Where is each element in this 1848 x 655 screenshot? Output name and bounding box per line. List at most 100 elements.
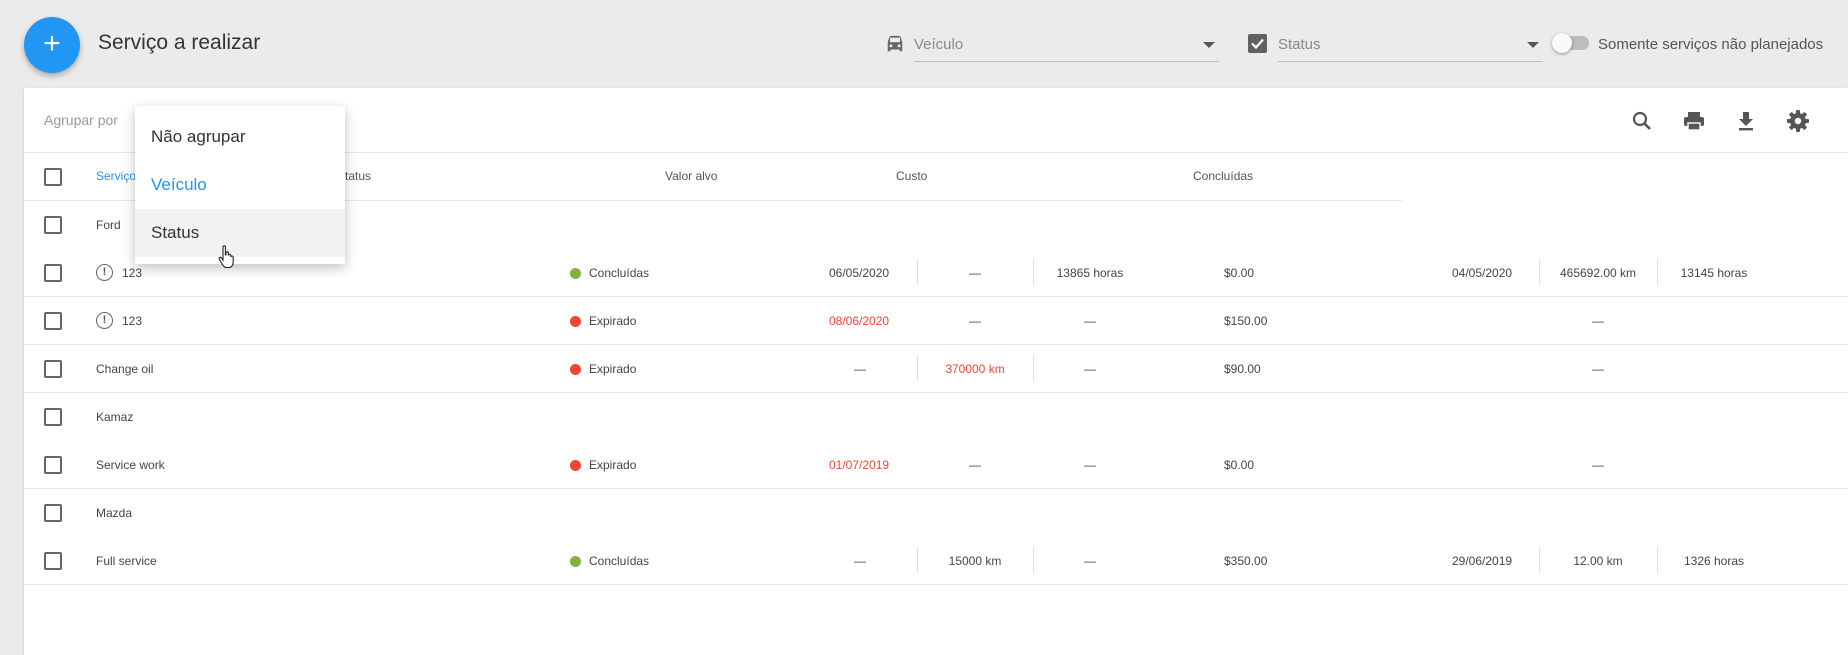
status-dot [570, 556, 581, 567]
completed-km: 12.00 km [1573, 554, 1623, 568]
column-cost[interactable]: Custo [896, 169, 927, 183]
cost-value: $150.00 [1224, 314, 1268, 328]
target-hours: — [1084, 458, 1096, 472]
download-icon[interactable] [1733, 108, 1759, 134]
service-name: 123 [122, 314, 143, 328]
cost-value: $90.00 [1224, 362, 1261, 376]
service-name: Change oil [96, 362, 154, 376]
menu-item-vehicle[interactable]: Veículo [135, 161, 345, 209]
completed-value: — [1592, 362, 1604, 376]
completed-value: — [1592, 314, 1604, 328]
checkbox-checked-icon [1248, 34, 1267, 53]
status-select[interactable]: Status [1278, 30, 1543, 62]
group-row-kamaz: Kamaz [24, 393, 1848, 441]
target-km: — [969, 314, 981, 328]
completed-hours: 13145 horas [1680, 266, 1748, 280]
status-dot [570, 460, 581, 471]
group-row-mazda: Mazda [24, 489, 1848, 537]
target-km: 15000 km [948, 554, 1002, 568]
service-name: 123 [122, 266, 143, 280]
completed-value: — [1592, 458, 1604, 472]
table-row[interactable]: Full service Concluídas — 15000 km — $35… [24, 537, 1848, 585]
target-hours: 13865 horas [1056, 266, 1124, 280]
unplanned-toggle-label: Somente serviços não planejados [1598, 36, 1824, 53]
group-name: Ford [96, 218, 121, 232]
select-all-checkbox[interactable] [44, 168, 62, 186]
vehicle-select[interactable]: Veículo [914, 30, 1219, 62]
gear-icon[interactable] [1785, 108, 1811, 134]
menu-item-status[interactable]: Status [135, 209, 345, 257]
table-row[interactable]: 123 Expirado 08/06/2020 — — $150.00 — [24, 297, 1848, 345]
page-title: Serviço a realizar [98, 31, 261, 54]
status-text: Expirado [589, 362, 637, 376]
table-row[interactable]: Change oil Expirado — 370000 km — $90.00… [24, 345, 1848, 393]
target-hours: — [1084, 554, 1096, 568]
status-text: Expirado [589, 458, 637, 472]
target-km: — [969, 266, 981, 280]
status-text: Concluídas [589, 266, 650, 280]
divider [1657, 547, 1658, 573]
cost-value: $350.00 [1224, 554, 1268, 568]
row-checkbox[interactable] [44, 504, 62, 522]
chevron-down-icon [1527, 42, 1539, 48]
target-hours: — [1084, 362, 1096, 376]
divider [1539, 547, 1540, 573]
add-service-button[interactable]: + [24, 17, 80, 73]
target-date: — [854, 362, 866, 376]
row-checkbox[interactable] [44, 456, 62, 474]
column-target-value[interactable]: Valor alvo [665, 169, 717, 183]
service-name: Service work [96, 458, 165, 472]
target-date: — [854, 554, 866, 568]
divider [1033, 547, 1034, 573]
table-row[interactable]: Service work Expirado 01/07/2019 — — $0.… [24, 441, 1848, 489]
divider [917, 355, 918, 381]
print-icon[interactable] [1681, 108, 1707, 134]
row-checkbox[interactable] [44, 408, 62, 426]
row-checkbox[interactable] [44, 312, 62, 330]
status-dot [570, 364, 581, 375]
divider [917, 547, 918, 573]
alert-icon [96, 264, 113, 281]
divider [1657, 259, 1658, 285]
row-checkbox[interactable] [44, 360, 62, 378]
row-checkbox[interactable] [44, 216, 62, 234]
column-completed[interactable]: Concluídas [1193, 169, 1253, 183]
search-icon[interactable] [1629, 108, 1655, 134]
completed-hours: 1326 horas [1683, 554, 1745, 568]
status-text: Expirado [589, 314, 637, 328]
target-km: 370000 km [945, 362, 1005, 376]
vehicle-select-placeholder: Veículo [914, 36, 964, 53]
divider [1033, 355, 1034, 381]
group-name: Mazda [96, 506, 133, 520]
service-name: Full service [96, 554, 157, 568]
target-date: 08/06/2020 [829, 314, 890, 328]
cost-value: $0.00 [1224, 266, 1255, 280]
status-dot [570, 316, 581, 327]
status-text: Concluídas [589, 554, 650, 568]
divider [1033, 259, 1034, 285]
completed-date: 04/05/2020 [1452, 266, 1513, 280]
cost-value: $0.00 [1224, 458, 1255, 472]
status-select-placeholder: Status [1278, 36, 1321, 53]
divider [917, 259, 918, 285]
alert-icon [96, 312, 113, 329]
group-name: Kamaz [96, 410, 134, 424]
car-icon [887, 35, 903, 52]
group-by-label[interactable]: Agrupar por [44, 112, 118, 128]
target-km: — [969, 458, 981, 472]
divider [1539, 259, 1540, 285]
chevron-down-icon [1203, 42, 1215, 48]
row-checkbox[interactable] [44, 552, 62, 570]
hand-cursor-icon [218, 245, 234, 269]
menu-item-no-grouping[interactable]: Não agrupar [135, 113, 345, 161]
toggle-knob [1552, 33, 1572, 53]
target-date: 01/07/2019 [829, 458, 890, 472]
completed-date: 29/06/2019 [1452, 554, 1513, 568]
group-by-menu: Não agrupar Veículo Status [135, 106, 345, 264]
row-checkbox[interactable] [44, 264, 62, 282]
target-hours: — [1084, 314, 1096, 328]
completed-km: 465692.00 km [1559, 266, 1637, 280]
column-service[interactable]: Serviço [96, 169, 136, 183]
status-dot [570, 268, 581, 279]
unplanned-toggle[interactable] [1552, 33, 1589, 53]
